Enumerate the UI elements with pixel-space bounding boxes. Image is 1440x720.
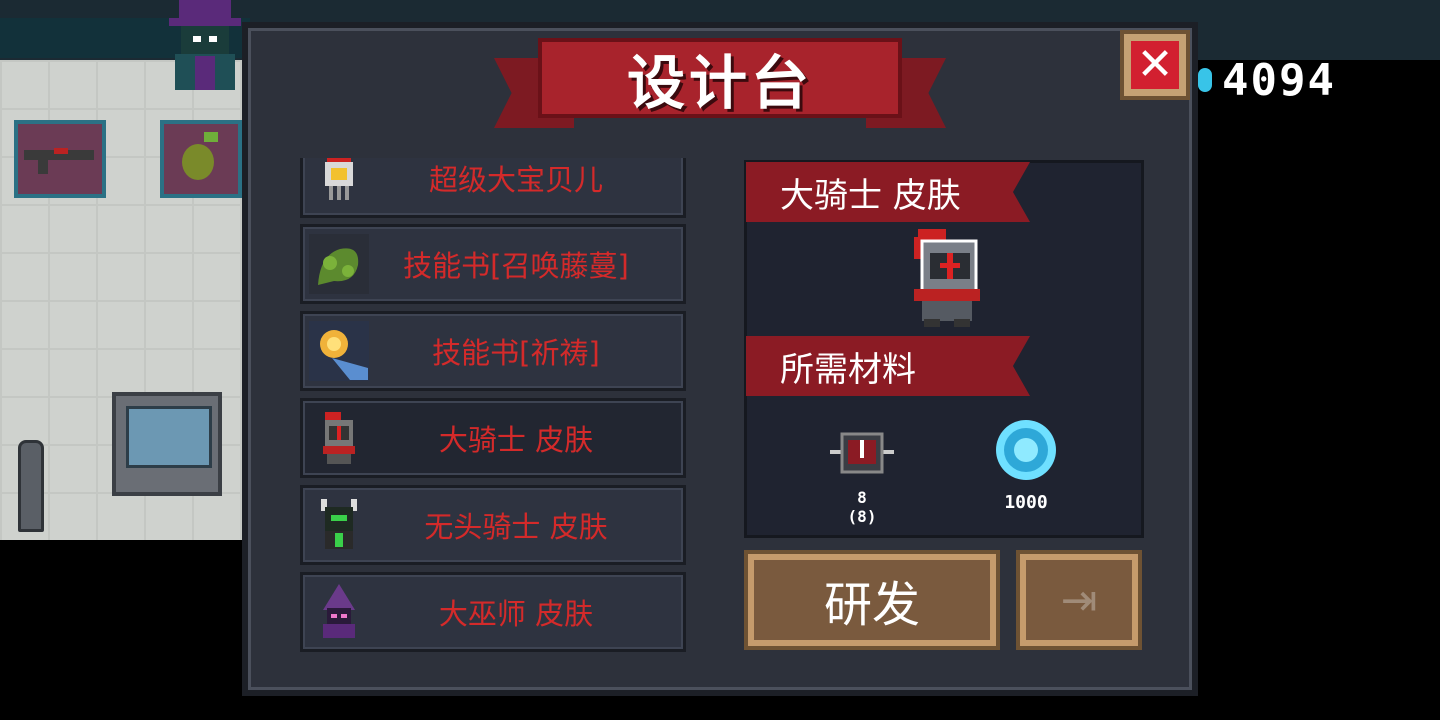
list-item[interactable]: 超级大宝贝儿 bbox=[300, 158, 686, 218]
list-item-label: 大骑士 皮肤 bbox=[438, 423, 594, 457]
list-item[interactable]: 无头骑士 皮肤 bbox=[300, 485, 686, 565]
list-item[interactable]: 大巫师 皮肤 bbox=[300, 572, 686, 652]
list-item-label: 技能书[祈祷] bbox=[432, 336, 600, 370]
title-ribbon: 设计台 bbox=[494, 38, 946, 136]
materials-heading: 所需材料 bbox=[780, 349, 916, 390]
panel-title: 设计台 bbox=[626, 49, 813, 117]
research-button-label: 研发 bbox=[823, 577, 920, 633]
wizard-icon bbox=[309, 582, 369, 642]
item-name-tag: 大骑士 皮肤 bbox=[746, 162, 1030, 222]
list-item[interactable]: 技能书[祈祷] bbox=[300, 311, 686, 391]
knight-skin-preview bbox=[914, 229, 980, 327]
exit-button[interactable]: ⇥ bbox=[1016, 550, 1142, 650]
currency-value: 4094 bbox=[1222, 54, 1336, 106]
blueprint-list[interactable]: 超级大宝贝儿 技能书[召唤藤蔓] 技能书[祈祷] 大骑士 皮肤 无头骑士 皮肤 … bbox=[298, 158, 690, 654]
gem-icon bbox=[996, 420, 1056, 480]
close-button[interactable]: ✕ bbox=[1120, 30, 1190, 100]
list-item[interactable]: 技能书[召唤藤蔓] bbox=[300, 224, 686, 304]
list-item-label: 大巫师 皮肤 bbox=[438, 597, 594, 631]
wizard-npc bbox=[169, 0, 241, 90]
list-item-selected[interactable]: 大骑士 皮肤 bbox=[300, 398, 686, 478]
list-item-label: 超级大宝贝儿 bbox=[428, 163, 603, 197]
exit-icon: ⇥ bbox=[1060, 574, 1098, 626]
material-item: 1000 bbox=[990, 418, 1062, 513]
knight-icon bbox=[309, 408, 369, 468]
gem-icon bbox=[1198, 68, 1212, 92]
vine-icon bbox=[309, 234, 369, 294]
gas-tank bbox=[18, 440, 44, 532]
computer-terminal bbox=[112, 392, 222, 496]
material-count: 8 bbox=[857, 488, 867, 507]
weapon-display bbox=[14, 120, 106, 198]
plant-display bbox=[160, 120, 242, 198]
item-name: 大骑士 皮肤 bbox=[780, 175, 961, 216]
research-button[interactable]: 研发 bbox=[744, 550, 1000, 650]
currency-display: 4094 bbox=[1198, 54, 1336, 106]
headless-knight-icon bbox=[309, 495, 369, 555]
material-item: 8 (8) bbox=[826, 428, 898, 526]
material-owned: (8) bbox=[847, 507, 877, 526]
robot-pet-icon bbox=[309, 158, 369, 208]
materials-tag: 所需材料 bbox=[746, 336, 1030, 396]
knight-fragment-icon bbox=[830, 432, 894, 474]
list-item-label: 技能书[召唤藤蔓] bbox=[403, 249, 629, 283]
material-count: 1000 bbox=[1004, 492, 1048, 513]
dark-area bbox=[1200, 60, 1440, 540]
list-item-label: 无头骑士 皮肤 bbox=[424, 510, 608, 544]
pray-hand-icon bbox=[309, 321, 369, 381]
close-icon: ✕ bbox=[1131, 41, 1179, 89]
